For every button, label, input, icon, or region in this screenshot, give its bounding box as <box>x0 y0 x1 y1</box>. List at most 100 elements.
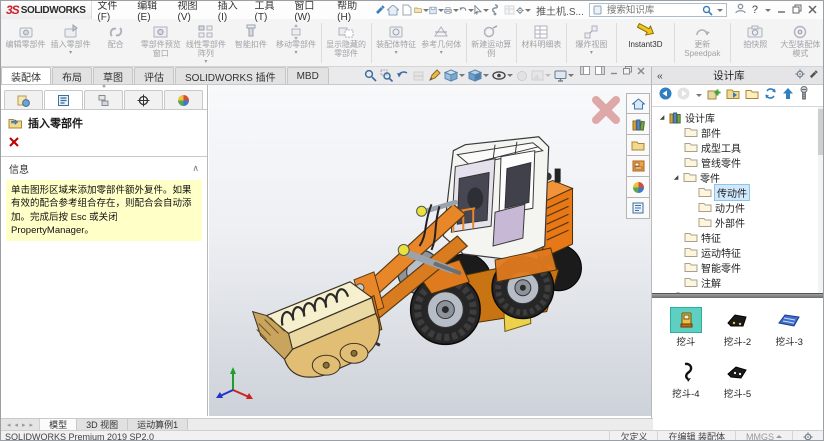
tree-item-design-library-root[interactable]: ◢设计库 <box>652 110 823 125</box>
sheet-nav-buttons[interactable]: ◂ ◂ ▸ ▸ <box>1 419 40 430</box>
new-folder-icon[interactable] <box>745 87 759 105</box>
back-icon[interactable] <box>659 87 672 105</box>
close-icon[interactable] <box>808 1 817 19</box>
ribbon-large-assembly-mode[interactable]: 大型装配体模式 <box>778 20 823 66</box>
view-palette-tab-icon[interactable] <box>626 156 650 177</box>
tree-item-features[interactable]: 特征 <box>652 230 823 245</box>
tab-displaymanager[interactable] <box>164 90 203 109</box>
pm-cancel-button[interactable] <box>1 133 207 155</box>
menu-window[interactable]: 窗口(W) <box>289 1 332 19</box>
undo-icon[interactable] <box>459 3 474 18</box>
zoom-area-icon[interactable] <box>380 69 393 82</box>
tab-configurationmanager[interactable] <box>84 90 123 109</box>
doc-close-icon[interactable] <box>637 62 645 80</box>
view-settings-icon[interactable] <box>554 70 574 82</box>
tree-item-external-parts[interactable]: 外部件 <box>652 215 823 230</box>
tab-propertymanager[interactable] <box>44 90 83 109</box>
help-button[interactable]: ? <box>752 4 758 16</box>
save-icon[interactable] <box>429 3 444 18</box>
annotation-view-icon[interactable] <box>428 69 441 82</box>
toolbox-screw-icon[interactable] <box>799 86 809 105</box>
ribbon-edit-component[interactable]: 编辑零部件 <box>3 20 48 66</box>
view-orientation-icon[interactable] <box>444 69 465 82</box>
tab-model[interactable]: 模型 <box>40 419 77 430</box>
pin-menu-icon[interactable] <box>373 3 387 18</box>
tree-item-transmission-parts[interactable]: 传动件 <box>652 185 823 200</box>
viewport-cancel-icon[interactable] <box>591 95 621 125</box>
display-style-icon[interactable] <box>468 69 489 82</box>
wheel-loader-model[interactable] <box>209 85 651 416</box>
tree-item-parts[interactable]: ◢零件 <box>652 170 823 185</box>
select-icon[interactable] <box>474 3 489 18</box>
tree-item-smart-parts[interactable]: 智能零件 <box>652 260 823 275</box>
pane-options-gear-icon[interactable] <box>795 69 805 82</box>
tree-item-forming-tools[interactable]: 成型工具 <box>652 140 823 155</box>
options-gear-icon[interactable] <box>516 3 531 18</box>
restore-icon[interactable] <box>792 1 802 19</box>
hide-show-items-icon[interactable] <box>492 70 513 81</box>
ribbon-exploded-view[interactable]: 爆炸视图▾ <box>569 20 614 66</box>
forward-dropdown[interactable] <box>696 94 702 97</box>
graphics-viewport[interactable] <box>209 85 651 416</box>
ribbon-update-speedpak[interactable]: 更新 Speedpak <box>677 20 728 66</box>
ribbon-mate[interactable]: 配合 <box>93 20 138 66</box>
status-options-icon[interactable] <box>792 431 823 441</box>
add-file-location-icon[interactable] <box>726 87 740 105</box>
tab-sketch[interactable]: 草图 <box>93 67 133 84</box>
search-box[interactable] <box>589 3 727 17</box>
pane-left-icon[interactable] <box>580 62 590 80</box>
tree-scrollbar[interactable] <box>818 107 823 293</box>
ribbon-assembly-features[interactable]: 装配体特征▾ <box>374 20 419 66</box>
part-item-bucket-3[interactable]: 挖斗-3 <box>763 308 815 348</box>
message-group-header[interactable]: 信息 ∧ <box>1 157 207 179</box>
home-tab-icon[interactable] <box>626 93 650 114</box>
design-library-tab-icon[interactable] <box>626 114 650 135</box>
tree-item-routing[interactable]: 管线零件 <box>652 155 823 170</box>
print-icon[interactable] <box>444 3 459 18</box>
user-account-icon[interactable] <box>735 1 746 19</box>
minimize-icon[interactable] <box>777 1 786 19</box>
menu-edit[interactable]: 编辑(E) <box>132 1 172 19</box>
part-item-bucket-5[interactable]: 挖斗-5 <box>712 360 764 400</box>
tab-dimxpertmanager[interactable] <box>124 90 163 109</box>
ribbon-linear-component-pattern[interactable]: 线性零部件阵列▾ <box>183 20 228 66</box>
ribbon-instant3d[interactable]: Instant3D <box>619 20 672 66</box>
tree-item-clipped[interactable] <box>652 290 823 293</box>
appearances-tab-icon[interactable] <box>626 177 650 198</box>
menu-view[interactable]: 视图(V) <box>172 1 212 19</box>
pin-pane-icon[interactable] <box>809 70 818 82</box>
tab-mbd[interactable]: MBD <box>287 67 329 84</box>
refresh-icon[interactable] <box>764 87 777 105</box>
ribbon-show-hidden-components[interactable]: 显示隐藏的零部件 <box>324 20 369 66</box>
previous-view-icon[interactable] <box>396 69 409 82</box>
tree-item-power-parts[interactable]: 动力件 <box>652 200 823 215</box>
first-sheet-icon[interactable]: ◂ <box>7 421 11 429</box>
tab-3d-views[interactable]: 3D 视图 <box>77 419 128 430</box>
next-sheet-icon[interactable]: ▸ <box>22 421 26 429</box>
part-item-bucket[interactable]: 挖斗 <box>660 308 712 348</box>
ribbon-bill-of-materials[interactable]: 材料明细表 <box>519 20 564 66</box>
ribbon-take-snapshot[interactable]: 拍快照 <box>733 20 778 66</box>
tab-assembly[interactable]: 装配体 <box>1 67 51 84</box>
tree-item-assemblies[interactable]: 部件 <box>652 125 823 140</box>
collapse-chevron-icon[interactable]: ∧ <box>192 163 199 174</box>
file-explorer-tab-icon[interactable] <box>626 135 650 156</box>
new-document-icon[interactable] <box>400 3 414 18</box>
zoom-fit-icon[interactable] <box>364 69 377 82</box>
ribbon-component-preview-window[interactable]: 零部件预览窗口 <box>138 20 183 66</box>
open-icon[interactable] <box>414 3 429 18</box>
menu-file[interactable]: 文件(F) <box>92 1 132 19</box>
ribbon-insert-component[interactable]: 插入零部件▾ <box>48 20 93 66</box>
menu-tools[interactable]: 工具(T) <box>250 1 290 19</box>
doc-restore-icon[interactable] <box>623 62 632 80</box>
tab-layout[interactable]: 布局 <box>52 67 92 84</box>
move-up-icon[interactable] <box>782 87 794 105</box>
ribbon-reference-geometry[interactable]: 参考几何体▾ <box>419 20 464 66</box>
custom-properties-tab-icon[interactable] <box>626 198 650 219</box>
prev-sheet-icon[interactable]: ◂ <box>15 421 19 429</box>
add-to-library-icon[interactable] <box>707 87 721 105</box>
tree-item-annotations[interactable]: 注解 <box>652 275 823 290</box>
menu-help[interactable]: 帮助(H) <box>332 1 373 19</box>
part-item-bucket-2[interactable]: 挖斗-2 <box>712 308 764 348</box>
menu-insert[interactable]: 插入(I) <box>213 1 250 19</box>
